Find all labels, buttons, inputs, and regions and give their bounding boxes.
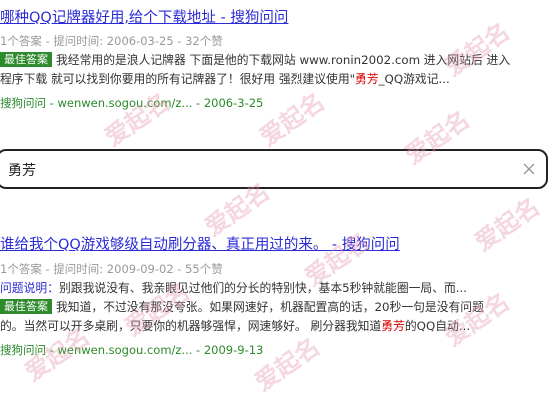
answer-text: _QQ游戏记...	[378, 72, 450, 86]
close-icon[interactable]	[518, 158, 540, 180]
answer-text: 的QQ自动...	[404, 319, 471, 333]
question-text: 别跟我说没有、我亲眼见过他们的分长的特别快，基本5秒钟就能圈一局、而...	[59, 281, 468, 295]
result-2-source[interactable]: 搜狗问问 - wenwen.sogou.com/z... - 2009-9-13	[0, 342, 263, 358]
watermark: 爱起名	[469, 192, 545, 257]
watermark: 爱起名	[254, 87, 330, 152]
result-2-meta: 1个答案 - 提问时间: 2009-09-02 - 55个赞	[0, 262, 223, 276]
question-label: 问题说明：	[0, 281, 59, 295]
result-2-title[interactable]: 谁给我个QQ游戏够级自动刷分器、真正用过的来。 - 搜狗问问	[0, 233, 400, 254]
best-answer-badge: 最佳答案	[0, 299, 52, 314]
search-box[interactable]	[0, 149, 548, 189]
answer-text: 的。当然可以开多桌刷，只要你的机器够强悍，网速够好。 刷分器我知道	[0, 319, 382, 333]
highlight-term: 勇芳	[381, 319, 405, 333]
result-2-answer-line-2: 的。当然可以开多桌刷，只要你的机器够强悍，网速够好。 刷分器我知道勇芳的QQ自动…	[0, 317, 470, 336]
result-1-source[interactable]: 搜狗问问 - wenwen.sogou.com/z... - 2006-3-25	[0, 95, 263, 111]
highlight-term: 勇芳	[355, 72, 379, 86]
search-input[interactable]	[8, 159, 508, 181]
result-2-answer-line-1: 最佳答案 我知道，不过没有那没夸张。如果网速好，机器配置高的话，20秒一句是没有问…	[0, 298, 484, 317]
result-1-meta: 1个答案 - 提问时间: 2006-03-25 - 32个赞	[0, 34, 223, 48]
result-1-answer-line-2: 程序下载 就可以找到你要用的所有记牌器了！很好用 强烈建议使用"勇芳_QQ游戏记…	[0, 70, 450, 89]
result-1-answer-line-1: 最佳答案 我经常用的是浪人记牌器 下面是他的下载网站 www.ronin2002.…	[0, 51, 510, 70]
result-1-title[interactable]: 哪种QQ记牌器好用,给个下载地址 - 搜狗问问	[0, 6, 288, 27]
watermark: 爱起名	[249, 332, 325, 397]
answer-text: 我知道，不过没有那没夸张。如果网速好，机器配置高的话，20秒一句是没有问题	[56, 300, 484, 314]
result-2-question: 问题说明：别跟我说没有、我亲眼见过他们的分长的特别快，基本5秒钟就能圈一局、而.…	[0, 279, 467, 298]
watermark: 爱起名	[99, 87, 175, 152]
answer-text: 程序下载 就可以找到你要用的所有记牌器了！很好用 强烈建议使用"	[0, 72, 356, 86]
answer-text: 我经常用的是浪人记牌器 下面是他的下载网站 www.ronin2002.com …	[56, 53, 511, 67]
best-answer-badge: 最佳答案	[0, 52, 52, 67]
